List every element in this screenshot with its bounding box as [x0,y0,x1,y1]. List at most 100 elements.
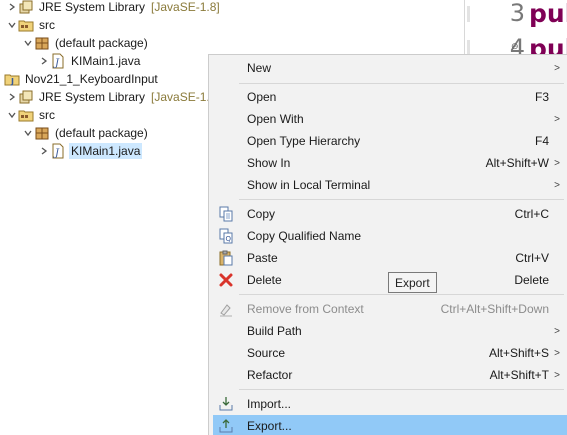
tree-label: src [39,18,55,32]
tree-row-src-2[interactable]: src [6,106,57,124]
menu-item-copy[interactable]: Copy Ctrl+C [213,203,567,225]
tooltip-export: Export [388,272,437,293]
gutter-marker [467,6,470,22]
menu-item-label: Copy [247,207,276,221]
menu-item-shortcut: F3 [534,90,549,104]
menu-item-new[interactable]: New > [213,57,567,79]
menu-item-label: Open With [247,112,304,126]
menu-item-build-path[interactable]: Build Path > [213,320,567,342]
editor-gutter [465,0,483,60]
package-icon [34,35,50,51]
line-number: 3 [509,0,525,27]
menu-item-shortcut: F4 [534,134,549,148]
chevron-down-icon[interactable] [6,16,18,34]
submenu-arrow-icon: > [554,347,560,359]
library-jar-icon [18,0,34,15]
menu-item-source[interactable]: Source Alt+Shift+S > [213,342,567,364]
menu-item-label: Export... [247,419,292,433]
svg-text:J: J [53,148,60,159]
menu-separator [239,83,564,84]
menu-item-shortcut: Delete [514,273,549,287]
submenu-arrow-icon: > [554,62,560,74]
submenu-arrow-icon: > [554,179,560,191]
svg-text:J: J [10,77,14,86]
menu-item-show-in[interactable]: Show In Alt+Shift+W > [213,152,567,174]
submenu-arrow-icon: > [554,157,560,169]
library-jar-icon [18,89,34,105]
import-icon [217,395,235,413]
paste-icon [217,249,235,267]
tree-label: JRE System Library [39,90,146,104]
chevron-down-icon[interactable] [22,124,34,142]
menu-item-label: Show In [247,156,291,170]
menu-item-label: Open Type Hierarchy [247,134,361,148]
menu-item-open-with[interactable]: Open With > [213,108,567,130]
menu-item-copy-qualified-name[interactable]: Q Copy Qualified Name [213,225,567,247]
library-version-decoration: [JavaSE-1.8] [151,0,220,14]
menu-item-show-in-local-terminal[interactable]: Show in Local Terminal > [213,174,567,196]
menu-item-label: Source [247,346,286,360]
tree-row-kimain1-java-1[interactable]: J KIMain1.java [38,52,142,70]
code-keyword: pub [529,0,567,28]
java-project-icon: J [4,71,20,87]
tree-row-default-package-1[interactable]: (default package) [22,34,150,52]
menu-separator [239,199,564,200]
menu-item-shortcut: Ctrl+Alt+Shift+Down [440,302,549,316]
code-line-3[interactable]: 3 pub [495,0,567,31]
fold-collapse-icon[interactable]: ⊖ [511,41,519,52]
export-icon [217,417,235,435]
java-file-icon: J [50,143,66,159]
menu-item-open[interactable]: Open F3 [213,86,567,108]
menu-item-import[interactable]: Import... [213,393,567,415]
menu-item-paste[interactable]: Paste Ctrl+V [213,247,567,269]
tree-row-jre-library-1[interactable]: JRE System Library [JavaSE-1.8] [6,0,220,16]
chevron-down-icon[interactable] [22,34,34,52]
java-file-icon: J [50,53,66,69]
chevron-right-icon[interactable] [6,88,18,106]
remove-context-icon [217,300,235,318]
chevron-right-icon[interactable] [38,142,50,160]
menu-item-export[interactable]: Export... [213,415,567,435]
menu-item-refactor[interactable]: Refactor Alt+Shift+T > [213,364,567,386]
menu-item-shortcut: Alt+Shift+T [489,368,549,382]
tree-label: KIMain1.java [71,54,141,68]
chevron-right-icon[interactable] [38,52,50,70]
menu-item-open-type-hierarchy[interactable]: Open Type Hierarchy F4 [213,130,567,152]
submenu-arrow-icon: > [554,325,560,337]
delete-icon [217,271,235,289]
tree-row-jre-library-2[interactable]: JRE System Library [JavaSE-1.8] [6,88,220,106]
svg-text:Q: Q [226,235,232,243]
chevron-right-icon[interactable] [6,0,18,16]
menu-separator [239,294,564,295]
tree-label: (default package) [55,126,148,140]
source-folder-icon [18,107,34,123]
tree-row-default-package-2[interactable]: (default package) [22,124,150,142]
menu-separator [239,389,564,390]
copy-qualified-name-icon: Q [217,227,235,245]
chevron-down-icon[interactable] [6,106,18,124]
menu-item-label: Remove from Context [247,302,364,316]
submenu-arrow-icon: > [554,113,560,125]
tree-row-src-1[interactable]: src [6,16,57,34]
menu-item-label: Build Path [247,324,302,338]
menu-item-remove-from-context[interactable]: Remove from Context Ctrl+Alt+Shift+Down [213,298,567,320]
menu-item-label: Open [247,90,277,104]
tree-label: KIMain1.java [69,143,143,159]
copy-icon [217,205,235,223]
context-menu: New > Open F3 Open With > Open Type Hier… [208,54,567,435]
menu-item-label: Copy Qualified Name [247,229,362,243]
source-folder-icon [18,17,34,33]
package-icon [34,125,50,141]
tree-row-kimain1-java-2[interactable]: J KIMain1.java [38,142,143,160]
menu-item-label: New [247,61,272,75]
submenu-arrow-icon: > [554,369,560,381]
tree-label: src [39,108,55,122]
menu-item-label: Refactor [247,368,293,382]
menu-item-label: Paste [247,251,278,265]
menu-item-label: Import... [247,397,292,411]
menu-item-shortcut: Alt+Shift+S [488,346,549,360]
menu-item-label: Delete [247,273,282,287]
menu-item-shortcut: Ctrl+C [514,207,549,221]
tree-row-project[interactable]: J Nov21_1_KeyboardInput [4,70,160,88]
menu-item-shortcut: Ctrl+V [515,251,549,265]
